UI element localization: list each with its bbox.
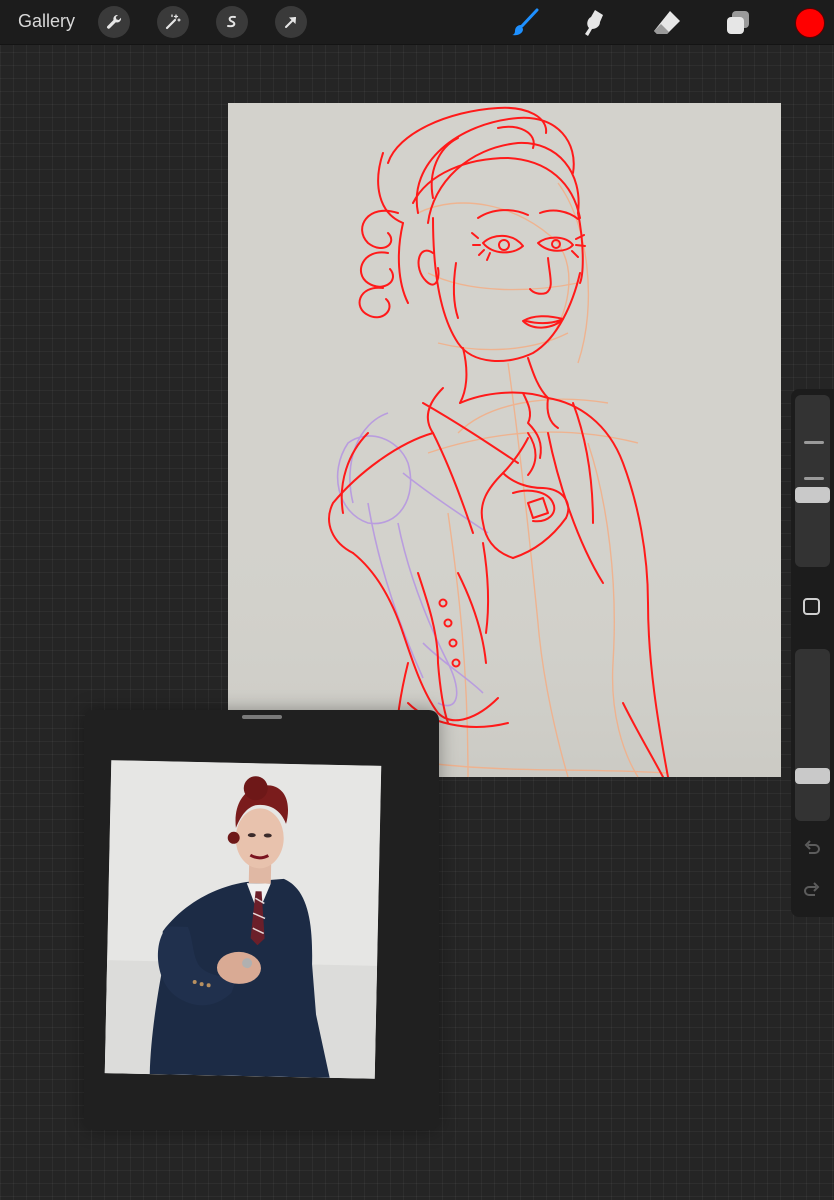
brush-icon[interactable] <box>508 6 542 40</box>
smudge-icon[interactable] <box>578 6 612 40</box>
top-toolbar: Gallery <box>0 0 834 45</box>
side-toolbar <box>791 389 834 917</box>
layers-icon[interactable] <box>721 6 755 40</box>
transform-arrow-icon[interactable] <box>275 6 307 38</box>
eraser-icon[interactable] <box>650 6 684 40</box>
slider-tick <box>804 441 824 444</box>
sketch-drawing <box>228 106 781 777</box>
redo-icon[interactable] <box>802 881 822 901</box>
opacity-slider[interactable] <box>795 649 830 821</box>
color-picker-button[interactable] <box>795 8 825 38</box>
selection-s-icon[interactable] <box>216 6 248 38</box>
brush-size-thumb[interactable] <box>795 487 830 503</box>
drawing-canvas[interactable] <box>228 103 781 777</box>
modify-square-icon[interactable] <box>803 598 820 615</box>
reference-figure <box>104 760 382 1079</box>
gallery-button[interactable]: Gallery <box>18 11 75 32</box>
slider-tick <box>804 477 824 480</box>
wrench-icon[interactable] <box>98 6 130 38</box>
reference-drag-handle[interactable] <box>242 715 282 719</box>
brush-size-slider[interactable] <box>795 395 830 567</box>
undo-icon[interactable] <box>802 839 822 859</box>
magic-wand-icon[interactable] <box>157 6 189 38</box>
reference-window[interactable] <box>84 710 439 1130</box>
opacity-thumb[interactable] <box>795 768 830 784</box>
reference-photo <box>104 760 382 1079</box>
